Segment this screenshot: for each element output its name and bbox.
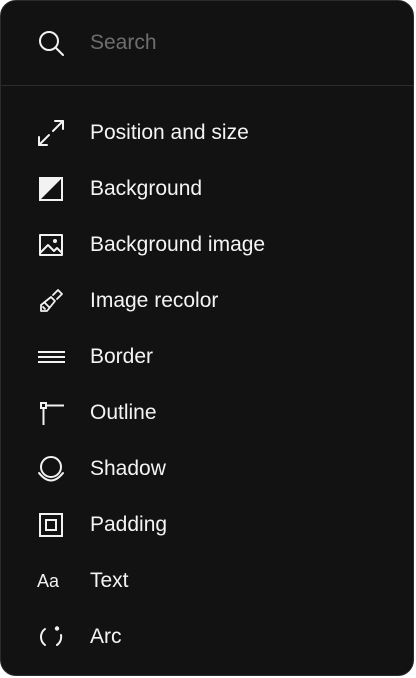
menu-item-label: Background [90, 177, 203, 200]
menu-item-label: Border [90, 345, 154, 368]
menu-item-shadow[interactable]: Shadow [1, 441, 413, 497]
menu-item-border[interactable]: Border [1, 329, 413, 385]
menu-item-label: Arc [90, 625, 122, 648]
style-properties-panel: Position and size Background Background … [0, 0, 414, 676]
property-menu: Position and size Background Background … [1, 105, 413, 665]
menu-item-text[interactable]: Aa Text [1, 553, 413, 609]
menu-item-label: Text [90, 569, 129, 592]
menu-item-label: Position and size [90, 121, 249, 144]
menu-item-label: Background image [90, 233, 266, 256]
search-icon [36, 28, 66, 58]
menu-item-image-recolor[interactable]: Image recolor [1, 273, 413, 329]
expand-arrows-icon [36, 118, 66, 148]
menu-item-label: Image recolor [90, 289, 219, 312]
paint-brush-icon [36, 286, 66, 316]
menu-item-label: Shadow [90, 457, 166, 480]
menu-item-background-image[interactable]: Background image [1, 217, 413, 273]
menu-item-label: Outline [90, 401, 157, 424]
shadow-circle-icon [36, 454, 66, 484]
image-icon [36, 230, 66, 260]
menu-item-padding[interactable]: Padding [1, 497, 413, 553]
menu-item-position-and-size[interactable]: Position and size [1, 105, 413, 161]
text-aa-icon: Aa [36, 566, 66, 596]
search-input[interactable] [90, 27, 390, 59]
padding-square-icon [36, 510, 66, 540]
half-filled-square-icon [36, 174, 66, 204]
text-aa-glyph: Aa [37, 571, 60, 591]
arc-icon [36, 622, 66, 652]
menu-item-outline[interactable]: Outline [1, 385, 413, 441]
menu-item-label: Padding [90, 513, 168, 536]
outline-corner-icon [36, 398, 66, 428]
menu-item-background[interactable]: Background [1, 161, 413, 217]
menu-item-arc[interactable]: Arc [1, 609, 413, 665]
search-bar [1, 1, 413, 86]
border-lines-icon [36, 342, 66, 372]
